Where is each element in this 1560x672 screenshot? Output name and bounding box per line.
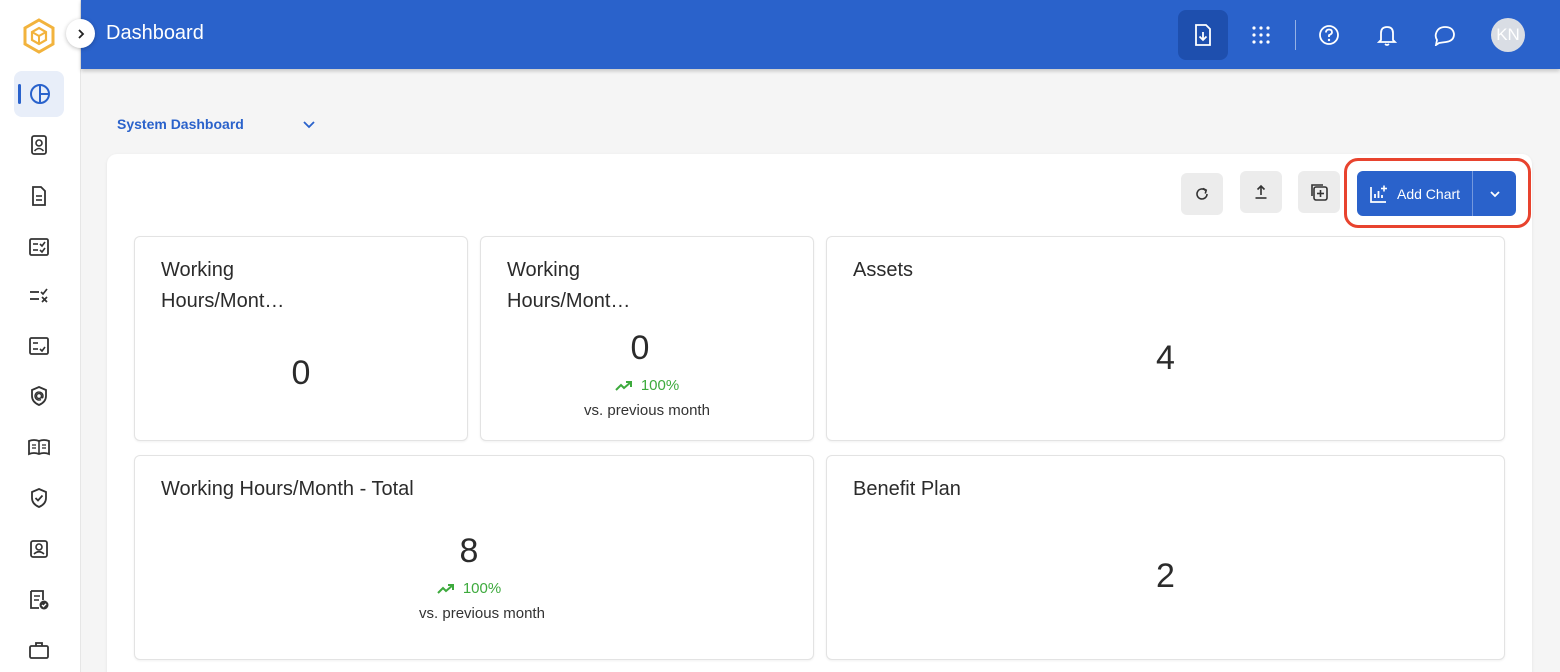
add-chart-dropdown-toggle[interactable] [1473,171,1516,216]
chat-icon [1434,26,1455,46]
shield-at-icon [31,386,47,406]
card-title: Working Hours/Month - Total [161,478,414,500]
sidebar-item-tasks[interactable] [14,273,64,319]
active-indicator [18,84,21,104]
widget-card[interactable]: Assets 4 [826,236,1505,441]
chevron-right-icon [77,28,84,39]
comparison-label: vs. previous month [419,605,545,622]
sidebar [0,0,81,672]
widget-card[interactable]: Working Hours/Month - Total 8 100% vs. p… [134,455,814,660]
trend-up-icon [437,583,454,594]
bell-icon [1377,26,1397,46]
add-chart-button[interactable]: Add Chart [1357,171,1472,216]
refresh-button[interactable] [1181,173,1223,215]
book-icon [28,439,50,456]
download-file-icon [1195,24,1211,46]
upload-icon [1255,184,1267,199]
notifications-button[interactable] [1362,10,1412,60]
dashboard-pie-icon [30,84,50,104]
add-chart-icon [1370,185,1387,203]
briefcase-icon [29,642,49,659]
add-chart-split-button[interactable]: Add Chart [1357,171,1516,216]
toolbar-divider [1295,20,1296,50]
sidebar-expand-button[interactable] [66,19,95,48]
apps-grid-icon [1252,26,1270,44]
dashboard-selector[interactable]: System Dashboard [117,116,244,132]
sidebar-item-dashboard[interactable] [14,71,64,117]
card-value: 0 [291,354,311,392]
sidebar-item-security[interactable] [14,373,64,419]
sidebar-item-reviews[interactable] [14,323,64,369]
sidebar-item-checklist[interactable] [14,224,64,270]
trend-indicator: 100% [481,377,813,394]
download-button[interactable] [1178,10,1228,60]
widget-card[interactable]: Working Hours/Mont… 0 100% vs. previous m… [480,236,814,441]
card-value: 0 [630,329,650,367]
apps-button[interactable] [1236,10,1286,60]
add-chart-label: Add Chart [1397,185,1461,202]
badge-user-icon [30,540,48,558]
document-icon [32,186,46,206]
card-title: Working Hours/Mont… [507,259,631,312]
sidebar-item-approvals[interactable] [14,577,64,623]
duplicate-add-icon [1311,184,1328,201]
trend-indicator: 100% [130,580,808,597]
card-value: 2 [1156,557,1175,595]
card-title: Benefit Plan [853,478,961,500]
trend-up-icon [615,380,632,391]
export-button[interactable] [1240,171,1282,213]
widget-card[interactable]: Working Hours/Mont… 0 [134,236,468,441]
card-title: Assets [853,259,914,281]
document-check-icon [30,590,49,610]
comparison-label: vs. previous month [584,402,710,419]
sidebar-item-jobs[interactable] [14,627,64,672]
sidebar-item-handbook[interactable] [14,424,64,470]
chevron-down-icon[interactable] [301,117,317,133]
refresh-icon [1196,187,1208,200]
help-icon [1319,25,1339,45]
avatar[interactable]: KN [1491,18,1525,52]
app-logo[interactable] [22,18,56,54]
top-bar: Dashboard KN [81,0,1560,69]
chat-button[interactable] [1420,10,1470,60]
sidebar-item-contacts[interactable] [14,122,64,168]
task-x-icon [30,288,48,303]
shield-check-icon [31,488,47,508]
help-button[interactable] [1304,10,1354,60]
sidebar-item-compliance[interactable] [14,475,64,521]
contact-card-icon [31,135,47,155]
card-value: 4 [1156,339,1175,377]
review-list-icon [29,337,49,355]
card-value: 8 [459,532,479,570]
duplicate-button[interactable] [1298,171,1340,213]
chevron-down-icon [1489,190,1500,197]
checklist-icon [29,238,49,256]
page-title: Dashboard [106,22,204,44]
card-title: Working Hours/Mont… [161,259,285,312]
sidebar-item-documents[interactable] [14,173,64,219]
widget-card[interactable]: Benefit Plan 2 [826,455,1505,660]
sidebar-item-employees[interactable] [14,526,64,572]
